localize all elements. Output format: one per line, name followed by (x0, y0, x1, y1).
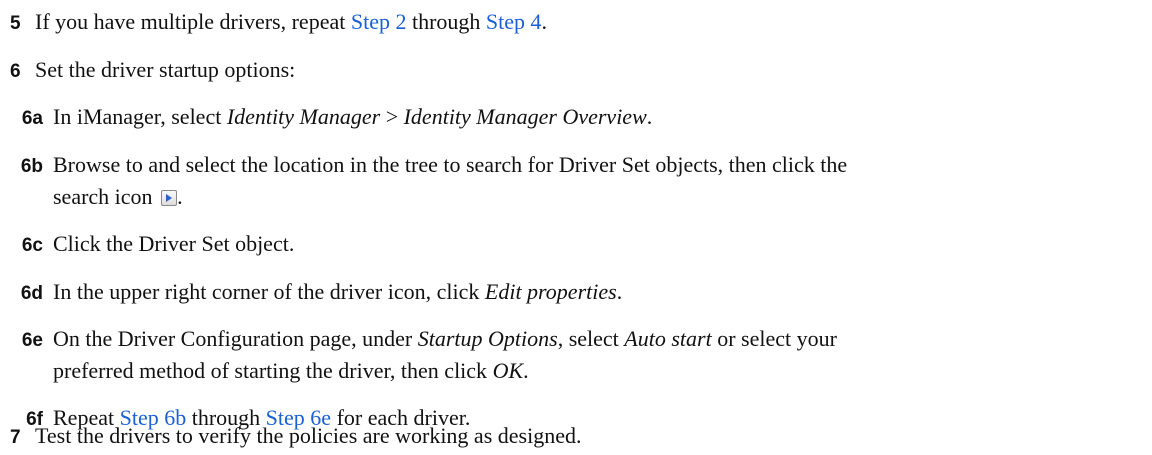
step-6e-continuation: preferred method of starting the driver,… (53, 354, 529, 388)
step-number: 6d (20, 283, 43, 304)
step-6e: 6e On the Driver Configuration page, und… (0, 322, 837, 358)
step-number: 6b (20, 156, 43, 177)
step-6b: 6b Browse to and select the location in … (0, 148, 847, 184)
step-6: 6 Set the driver startup options: (10, 53, 295, 89)
step-text: In the upper right corner of the driver … (53, 279, 623, 304)
step-text-line-1: On the Driver Configuration page, under … (53, 326, 837, 351)
step-number: 6c (21, 235, 43, 256)
step-6a: 6a In iManager, select Identity Manager … (0, 100, 652, 136)
link-step-4[interactable]: Step 4 (486, 9, 542, 34)
ui-term-edit-properties: Edit properties (484, 279, 617, 304)
step-number: 7 (10, 427, 21, 448)
step-text-line-1: Browse to and select the location in the… (53, 152, 848, 177)
procedure-document: 5 If you have multiple drivers, repeat S… (0, 0, 1152, 453)
step-number: 5 (10, 13, 21, 34)
step-6d: 6d In the upper right corner of the driv… (0, 275, 622, 311)
step-text: Click the Driver Set object. (53, 231, 295, 256)
step-6b-continuation: search icon . (53, 180, 183, 214)
step-text: Test the drivers to verify the policies … (35, 423, 582, 448)
ui-term-identity-manager: Identity Manager (226, 104, 381, 129)
step-text: In iManager, select Identity Manager > I… (53, 104, 653, 129)
ui-term-identity-manager-overview: Identity Manager Overview (403, 104, 647, 129)
step-7: 7 Test the drivers to verify the policie… (10, 419, 581, 455)
step-5: 5 If you have multiple drivers, repeat S… (10, 5, 547, 41)
ui-term-auto-start: Auto start (624, 326, 712, 351)
step-number: 6a (21, 108, 43, 129)
step-number: 6 (10, 61, 21, 82)
step-6c: 6c Click the Driver Set object. (0, 227, 294, 263)
link-step-2[interactable]: Step 2 (351, 9, 407, 34)
ui-term-startup-options: Startup Options (417, 326, 558, 351)
ui-term-ok: OK (492, 358, 524, 383)
step-text: Set the driver startup options: (35, 57, 296, 82)
step-text: If you have multiple drivers, repeat Ste… (35, 9, 548, 34)
step-number: 6e (21, 330, 43, 351)
step-text-line-2: search icon . (53, 184, 183, 209)
step-text-line-2: preferred method of starting the driver,… (53, 358, 529, 383)
play-arrow-icon (161, 190, 178, 206)
